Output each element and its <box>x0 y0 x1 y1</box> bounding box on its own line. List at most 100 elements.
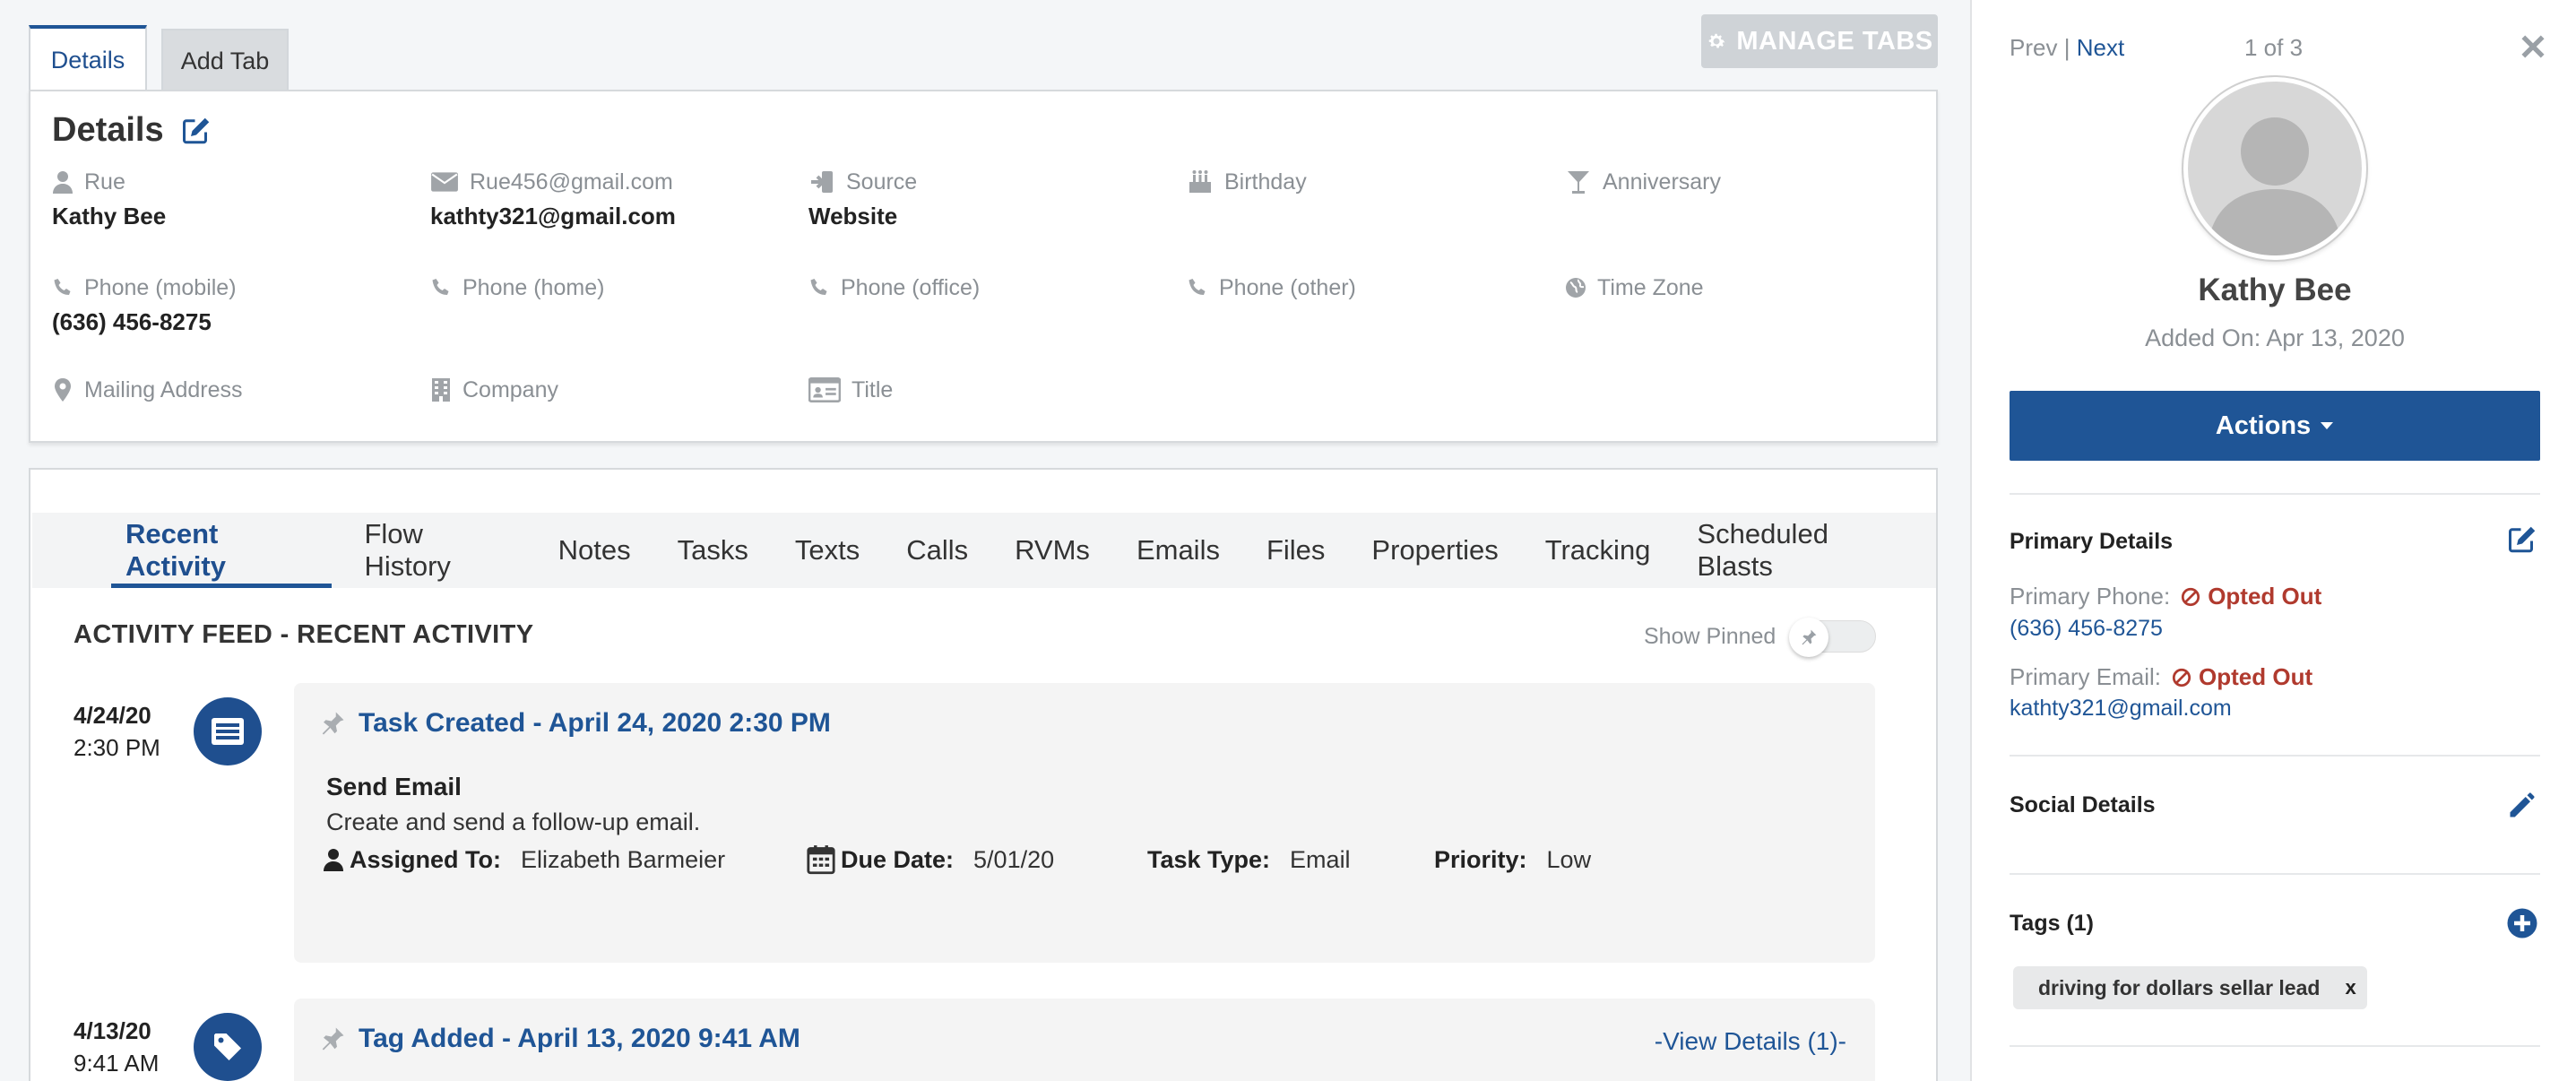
task-meta: Assigned To: Elizabeth Barmeier Due Date… <box>323 844 1591 875</box>
show-pinned-toggle[interactable] <box>1789 618 1877 657</box>
field-name: Rue Kathy Bee <box>52 167 411 230</box>
caret-down-icon <box>2321 422 2334 429</box>
field-source-value: Website <box>808 203 898 229</box>
pin-icon <box>1802 629 1817 645</box>
plus-circle-icon[interactable] <box>2506 907 2538 939</box>
assigned-label: Assigned To: <box>350 845 502 873</box>
primary-phone-row: Primary Phone: Opted Out <box>2010 583 2321 610</box>
field-phone-mobile: Phone (mobile) (636) 456-8275 <box>52 272 411 336</box>
field-phone-home-label: Phone (home) <box>462 274 605 300</box>
phone-icon <box>432 279 449 295</box>
task-assigned: Assigned To: Elizabeth Barmeier <box>323 846 807 874</box>
tag-icon <box>214 1033 241 1060</box>
edit-icon[interactable] <box>180 115 212 147</box>
tab-add[interactable]: Add Tab <box>161 29 289 91</box>
subtab-calls[interactable]: Calls <box>892 513 982 588</box>
social-details-title: Social Details <box>2010 792 2156 817</box>
id-card-icon <box>808 377 841 402</box>
entry-heading-text[interactable]: Task Created - April 24, 2020 2:30 PM <box>359 708 831 739</box>
show-pinned: Show Pinned <box>1644 618 1877 657</box>
task-type: Task Type: Email <box>1147 846 1434 874</box>
tags-title: Tags (1) <box>2010 911 2094 936</box>
gear-icon <box>1709 33 1725 48</box>
field-name-value: Kathy Bee <box>52 203 167 229</box>
pin-icon[interactable] <box>319 710 346 737</box>
field-email: Rue456@gmail.com kathty321@gmail.com <box>430 167 789 230</box>
pencil-icon[interactable] <box>2506 789 2538 821</box>
assigned-value: Elizabeth Barmeier <box>521 845 726 873</box>
task-subject: Send Email <box>326 773 462 800</box>
divider <box>2010 873 2540 875</box>
subtab-recent-activity[interactable]: Recent Activity <box>111 513 333 588</box>
glass-icon <box>1568 171 1589 194</box>
details-card: Details Rue Kathy Bee Rue456@gmail.com k… <box>29 90 1938 443</box>
due-value: 5/01/20 <box>973 845 1055 873</box>
pin-icon[interactable] <box>319 1025 346 1052</box>
record-position: 1 of 3 <box>2244 34 2304 61</box>
activity-entry-tag: Tag Added - April 13, 2020 9:41 AM -View… <box>294 999 1875 1081</box>
priority-label: Priority: <box>1434 845 1527 873</box>
user-icon <box>53 171 73 194</box>
subtab-rvms[interactable]: RVMs <box>1000 513 1104 588</box>
actions-button[interactable]: Actions <box>2010 391 2540 461</box>
entry-date-day: 4/24/20 <box>73 702 151 729</box>
map-marker-icon <box>55 378 71 402</box>
type-label: Task Type: <box>1147 845 1271 873</box>
subtab-scheduled-blasts[interactable]: Scheduled Blasts <box>1682 513 1918 588</box>
field-name-label: Rue <box>84 169 125 195</box>
subtab-files[interactable]: Files <box>1252 513 1339 588</box>
entry-heading-text[interactable]: Tag Added - April 13, 2020 9:41 AM <box>359 1024 800 1054</box>
subtab-flow-history[interactable]: Flow History <box>350 513 525 588</box>
entry-date-time: 2:30 PM <box>73 734 160 761</box>
divider <box>2010 493 2540 495</box>
field-birthday: Birthday <box>1187 167 1545 203</box>
tag-label: driving for dollars sellar lead <box>2038 975 2321 999</box>
primary-phone-value[interactable]: (636) 456-8275 <box>2010 616 2163 642</box>
close-icon[interactable] <box>2519 32 2547 61</box>
activity-entry-task: Task Created - April 24, 2020 2:30 PM Se… <box>294 683 1875 963</box>
field-email-label: Rue456@gmail.com <box>470 169 673 195</box>
details-title: Details <box>52 111 164 149</box>
entry-date: 4/24/20 2:30 PM <box>73 699 160 764</box>
contact-side-panel: Prev | Next 1 of 3 Kathy Bee Added On: A… <box>1970 0 2576 1081</box>
tag-remove-button[interactable]: x <box>2345 976 2356 999</box>
field-phone-mobile-label: Phone (mobile) <box>84 274 237 300</box>
manage-tabs-label: MANAGE TABS <box>1736 26 1933 56</box>
edit-icon[interactable] <box>2506 523 2538 556</box>
subtab-emails[interactable]: Emails <box>1122 513 1234 588</box>
field-source: Source Website <box>808 167 1167 230</box>
sign-in-icon <box>811 171 833 193</box>
subtab-notes[interactable]: Notes <box>544 513 645 588</box>
subtab-tracking[interactable]: Tracking <box>1531 513 1665 588</box>
entry-date: 4/13/20 9:41 AM <box>73 1015 159 1079</box>
manage-tabs-button[interactable]: MANAGE TABS <box>1701 14 1938 68</box>
subtab-properties[interactable]: Properties <box>1357 513 1512 588</box>
birthday-cake-icon <box>1189 170 1211 193</box>
prev-link[interactable]: Prev <box>2010 34 2057 61</box>
phone-icon <box>1189 279 1206 295</box>
main-content: Details Add Tab MANAGE TABS Details Rue … <box>0 0 1970 1081</box>
prev-next-nav: Prev | Next <box>2010 34 2124 62</box>
activity-card: Recent Activity Flow History Notes Tasks… <box>29 468 1938 1081</box>
next-link[interactable]: Next <box>2077 34 2124 61</box>
view-details-link[interactable]: -View Details (1)- <box>1655 1027 1846 1056</box>
opted-out-badge: Opted Out <box>2172 663 2312 691</box>
field-source-label: Source <box>846 169 918 195</box>
primary-email-value[interactable]: kathty321@gmail.com <box>2010 696 2232 722</box>
top-tabs: Details Add Tab <box>29 25 289 91</box>
type-value: Email <box>1290 845 1351 873</box>
ban-icon <box>2172 668 2191 687</box>
field-email-value: kathty321@gmail.com <box>430 203 676 229</box>
field-phone-office: Phone (office) <box>808 272 1167 308</box>
subtab-tasks[interactable]: Tasks <box>663 513 763 588</box>
subtab-texts[interactable]: Texts <box>781 513 874 588</box>
field-phone-other-label: Phone (other) <box>1219 274 1356 300</box>
task-priority: Priority: Low <box>1434 846 1591 874</box>
tab-details[interactable]: Details <box>29 25 147 91</box>
due-label: Due Date: <box>841 845 955 873</box>
primary-email-status: Opted Out <box>2199 663 2313 690</box>
task-due: Due Date: 5/01/20 <box>807 844 1147 875</box>
primary-email-row: Primary Email: Opted Out <box>2010 663 2312 691</box>
primary-email-label: Primary Email: <box>2010 663 2162 690</box>
field-time-zone-label: Time Zone <box>1597 274 1704 300</box>
